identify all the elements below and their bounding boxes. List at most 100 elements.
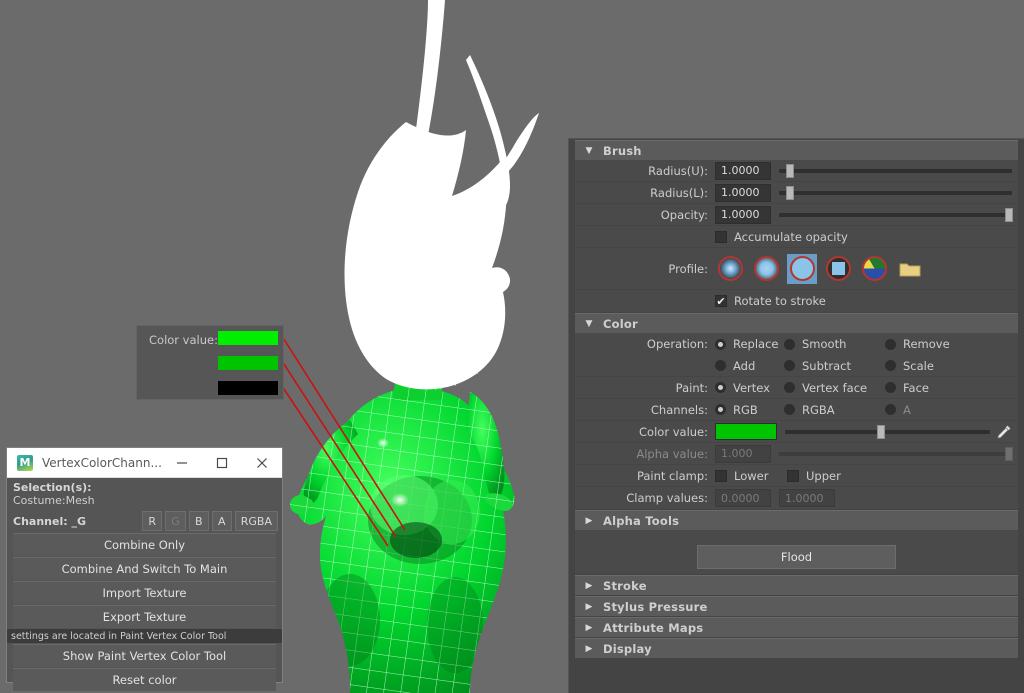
combine-and-switch-to-main-button[interactable]: Combine And Switch To Main	[13, 557, 276, 580]
clamp-values-label: Clamp values:	[626, 491, 708, 505]
radius-u-input[interactable]: 1.0000	[715, 161, 771, 180]
radius-l-row: Radius(L): 1.0000	[575, 182, 1018, 204]
radius-u-knob[interactable]	[785, 163, 794, 178]
operation-option-add[interactable]: Add	[715, 359, 784, 373]
opacity-knob[interactable]	[1005, 207, 1013, 222]
radio-scale[interactable]	[885, 360, 896, 371]
radio-smooth[interactable]	[784, 338, 795, 350]
brush-section-body: Radius(U): 1.0000 Radius(L): 1.0000 Opac…	[575, 160, 1018, 312]
hard-circle-icon	[789, 256, 815, 281]
opacity-slider[interactable]	[779, 206, 1013, 224]
channels-option-rgb[interactable]: RGB	[715, 403, 784, 417]
opacity-input[interactable]: 1.0000	[715, 205, 771, 224]
profile-medium-falloff-brush[interactable]	[751, 254, 781, 284]
channel-button-a[interactable]: A	[211, 511, 232, 531]
radio-replace[interactable]	[715, 338, 726, 350]
profile-hard-circle-brush[interactable]	[787, 253, 817, 284]
brush-section-title: Brush	[603, 143, 642, 158]
channel-button-b[interactable]: B	[188, 511, 209, 531]
rotate-to-stroke-label: Rotate to stroke	[734, 294, 826, 308]
channels-label: Channels:	[650, 402, 708, 417]
radio-vertex[interactable]	[715, 382, 726, 393]
channel-button-r[interactable]: R	[142, 511, 163, 531]
close-button[interactable]	[242, 448, 282, 477]
profile-image-brush[interactable]	[859, 254, 889, 284]
operation-option-scale[interactable]: Scale	[885, 359, 934, 373]
radio-rgba[interactable]	[784, 404, 795, 415]
paint-option-vertex[interactable]: Vertex	[715, 381, 784, 395]
paint-clamp-label: Paint clamp:	[636, 468, 708, 483]
paint-option-vertex-face[interactable]: Vertex face	[784, 381, 885, 395]
flood-button[interactable]: Flood	[697, 545, 896, 569]
brush-section-header[interactable]: ▼ Brush	[575, 140, 1018, 160]
tool-settings-panel[interactable]: ▼ Brush Radius(U): 1.0000 Radius(L): 1.0…	[568, 138, 1024, 693]
alpha-value-knob	[1005, 446, 1013, 461]
dialog-titlebar[interactable]: M VertexColorChann...	[7, 448, 282, 478]
clamp-lower-option[interactable]: Lower	[715, 469, 787, 483]
combine-only-button[interactable]: Combine Only	[13, 533, 276, 556]
export-texture-button[interactable]: Export Texture	[13, 605, 276, 628]
selection-value: Costume:Mesh	[13, 494, 95, 507]
chevron-right-icon: ▶	[585, 601, 593, 612]
radio-vertex-face[interactable]	[784, 382, 795, 393]
profile-square-brush[interactable]	[823, 254, 853, 284]
radius-l-input[interactable]: 1.0000	[715, 183, 771, 202]
operation-option-subtract[interactable]: Subtract	[784, 359, 885, 373]
rotate-to-stroke-row: ✔ Rotate to stroke	[575, 290, 1018, 312]
display-section-header[interactable]: ▶ Display	[575, 638, 1018, 658]
stroke-section-header[interactable]: ▶ Stroke	[575, 575, 1018, 595]
stylus-pressure-section-header[interactable]: ▶ Stylus Pressure	[575, 596, 1018, 616]
rotate-to-stroke-checkbox[interactable]: ✔	[715, 295, 727, 307]
paint-option-face[interactable]: Face	[885, 381, 929, 395]
browse-folder-button[interactable]	[895, 254, 925, 284]
accumulate-opacity-checkbox[interactable]	[715, 230, 727, 243]
radio-rgb[interactable]	[715, 404, 726, 415]
radius-u-row: Radius(U): 1.0000	[575, 160, 1018, 182]
radius-l-label: Radius(L):	[650, 185, 708, 200]
radius-l-slider[interactable]	[779, 184, 1012, 202]
stroke-section-title: Stroke	[603, 578, 647, 593]
color-value-slider[interactable]	[785, 423, 990, 441]
chevron-down-icon: ▼	[585, 145, 593, 156]
callout-swatch-mid-green	[218, 356, 278, 370]
opacity-track	[779, 212, 1012, 217]
attribute-maps-section-header[interactable]: ▶ Attribute Maps	[575, 617, 1018, 637]
profile-soft-falloff-brush[interactable]	[715, 254, 745, 284]
channel-button-g[interactable]: G	[165, 511, 186, 531]
color-value-swatch[interactable]	[715, 423, 777, 440]
profile-row: Profile:	[575, 248, 1018, 290]
operation-option-replace[interactable]: Replace	[715, 337, 784, 351]
clamp-upper-option[interactable]: Upper	[787, 469, 841, 483]
clamp-lower-checkbox[interactable]	[715, 469, 727, 482]
color-section-header[interactable]: ▼ Color	[575, 313, 1018, 333]
vertex-color-channel-dialog[interactable]: M VertexColorChann... Selection(s): Cost…	[6, 447, 283, 691]
channels-option-rgba[interactable]: RGBA	[784, 403, 885, 417]
eyedropper-icon[interactable]	[994, 424, 1014, 440]
alpha-tools-section-header[interactable]: ▶ Alpha Tools	[575, 510, 1018, 530]
chevron-down-icon: ▼	[585, 318, 593, 329]
color-value-knob[interactable]	[877, 424, 886, 439]
alpha-value-track	[779, 451, 1012, 456]
maximize-button[interactable]	[202, 448, 242, 477]
radio-face[interactable]	[885, 382, 896, 393]
import-texture-button[interactable]: Import Texture	[13, 581, 276, 604]
radius-u-slider[interactable]	[779, 162, 1012, 180]
operation-option-remove[interactable]: Remove	[885, 337, 950, 351]
stylus-pressure-section-title: Stylus Pressure	[603, 599, 708, 614]
radio-add[interactable]	[715, 360, 726, 371]
chevron-right-icon: ▶	[585, 515, 593, 526]
radio-remove[interactable]	[885, 338, 896, 350]
minimize-button[interactable]	[162, 448, 202, 477]
channel-button-rgba[interactable]: RGBA	[234, 511, 278, 531]
clamp-upper-checkbox[interactable]	[787, 469, 799, 482]
radius-l-knob[interactable]	[785, 185, 794, 200]
operation-option-smooth[interactable]: Smooth	[784, 337, 885, 351]
paint-row: Paint: Vertex Vertex face Face	[575, 377, 1018, 399]
radio-subtract[interactable]	[784, 360, 795, 371]
folder-icon	[899, 263, 921, 276]
reset-color-button[interactable]: Reset color	[13, 668, 276, 691]
color-value-callout: Color value:	[136, 325, 284, 400]
show-paint-vertex-color-tool-button[interactable]: Show Paint Vertex Color Tool	[13, 644, 276, 667]
selection-label: Selection(s):	[13, 481, 92, 494]
radius-u-label: Radius(U):	[648, 163, 708, 178]
